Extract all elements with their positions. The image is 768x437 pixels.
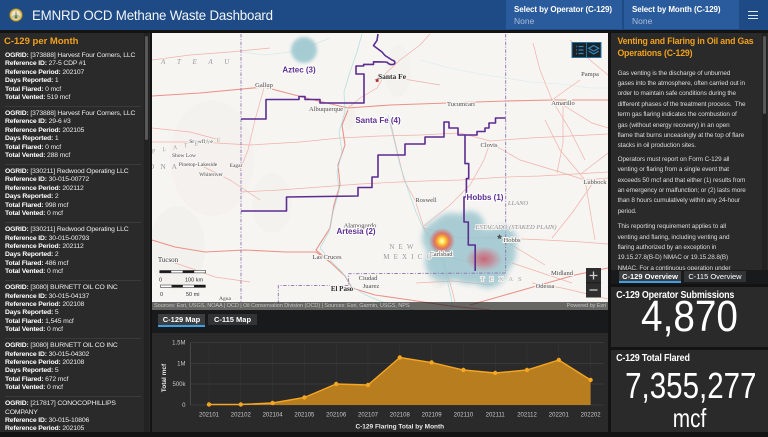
- svg-text:202110: 202110: [454, 413, 474, 419]
- svg-text:Lubbock: Lubbock: [583, 179, 607, 186]
- svg-text:50 mi: 50 mi: [186, 292, 199, 298]
- svg-text:T E X A S: T E X A S: [481, 276, 524, 283]
- svg-text:Artesia (2): Artesia (2): [336, 227, 375, 236]
- svg-text:LLANO: LLANO: [507, 200, 529, 207]
- svg-text:Total mcf: Total mcf: [161, 363, 168, 392]
- svg-text:202109: 202109: [422, 413, 443, 419]
- svg-text:Santa Fe: Santa Fe: [378, 72, 407, 81]
- svg-text:Midland: Midland: [551, 270, 574, 277]
- svg-text:100 km: 100 km: [185, 278, 203, 284]
- svg-text:Hobbs: Hobbs: [504, 237, 521, 244]
- svg-text:500k: 500k: [172, 382, 186, 388]
- svg-text:Clovis: Clovis: [481, 142, 498, 149]
- svg-text:202104: 202104: [263, 413, 284, 419]
- svg-text:202202: 202202: [581, 413, 602, 419]
- svg-text:202107: 202107: [358, 413, 379, 419]
- svg-text:202112: 202112: [517, 413, 537, 419]
- svg-text:Tucson: Tucson: [158, 256, 179, 264]
- svg-text:C-129 Flaring Total by Month: C-129 Flaring Total by Month: [355, 424, 444, 431]
- svg-text:Roswell: Roswell: [415, 197, 437, 204]
- svg-text:202102: 202102: [231, 413, 252, 419]
- svg-text:Albuquerque: Albuquerque: [309, 106, 343, 113]
- svg-text:L A T E A U: L A T E A U: [152, 58, 234, 66]
- svg-text:202111: 202111: [486, 413, 506, 419]
- svg-text:Pampa: Pampa: [581, 71, 599, 78]
- svg-text:Tucumcari: Tucumcari: [447, 101, 475, 108]
- svg-text:202106: 202106: [326, 413, 347, 419]
- svg-text:Juarez: Juarez: [363, 283, 380, 290]
- svg-text:202101: 202101: [199, 413, 220, 419]
- svg-text:N E W: N E W: [389, 243, 414, 251]
- svg-text:O N A: O N A: [152, 162, 179, 171]
- svg-text:0: 0: [159, 278, 162, 284]
- svg-text:1M: 1M: [177, 362, 185, 368]
- svg-text:0: 0: [160, 292, 163, 298]
- svg-text:Aztec (3): Aztec (3): [282, 66, 316, 75]
- svg-text:Whiteriver: Whiteriver: [199, 172, 223, 178]
- svg-text:202108: 202108: [390, 413, 411, 419]
- svg-text:202201: 202201: [549, 413, 570, 419]
- svg-text:Pinetop-Lakeside: Pinetop-Lakeside: [179, 162, 218, 168]
- svg-text:El Paso: El Paso: [331, 285, 354, 293]
- svg-text:0: 0: [182, 403, 186, 409]
- svg-text:Gallup: Gallup: [255, 82, 273, 89]
- svg-text:Carlsbad: Carlsbad: [429, 251, 453, 258]
- svg-text:Amarillo: Amarillo: [551, 100, 574, 107]
- svg-text:Odessa: Odessa: [536, 283, 555, 290]
- svg-text:Show Low: Show Low: [172, 153, 196, 159]
- svg-text:ESTACADO (STAKED PLAIN): ESTACADO (STAKED PLAIN): [474, 224, 556, 231]
- svg-text:Las Cruces: Las Cruces: [312, 254, 342, 261]
- svg-text:M E X I C O: M E X I C O: [383, 253, 433, 261]
- svg-text:202105: 202105: [294, 413, 315, 419]
- svg-text:Ciudad: Ciudad: [359, 275, 379, 282]
- svg-text:Santa Fe (4): Santa Fe (4): [355, 116, 401, 125]
- svg-text:Eagar: Eagar: [230, 163, 243, 169]
- svg-text:Hobbs (1): Hobbs (1): [467, 193, 504, 202]
- svg-text:1.5M: 1.5M: [172, 341, 185, 347]
